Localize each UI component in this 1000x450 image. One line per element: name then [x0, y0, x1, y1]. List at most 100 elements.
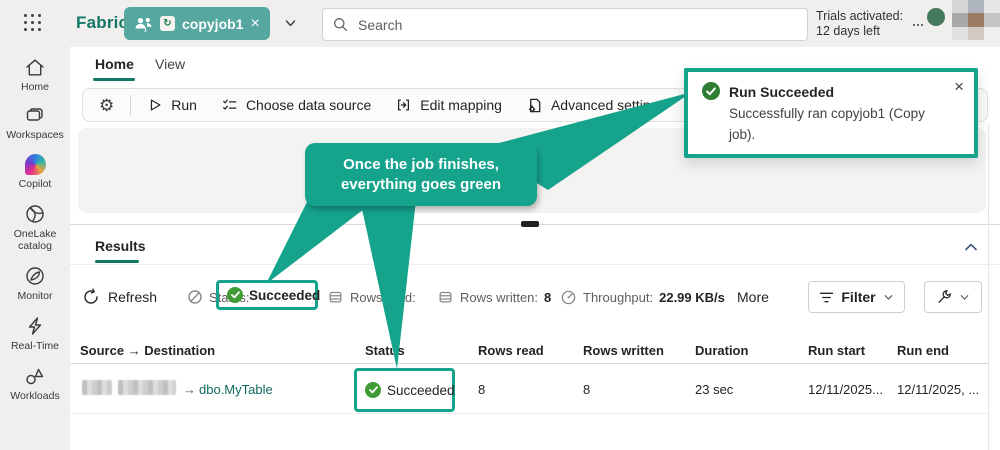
trials-status: Trials activated: 12 days left [816, 9, 904, 38]
rows-icon [329, 291, 342, 303]
status-succeeded-highlight: Succeeded [216, 280, 321, 310]
search-icon [334, 18, 348, 32]
mapping-brackets-icon [398, 99, 410, 111]
row-status-value: Succeeded [387, 382, 455, 398]
global-search[interactable] [322, 8, 808, 41]
col-rows-read: Rows read [478, 343, 544, 358]
col-run-start: Run start [808, 343, 866, 358]
search-input[interactable] [356, 15, 740, 34]
fabric-app-window: Fabric 1 ↻ copyjob1 × Trials activated: … [0, 0, 1000, 450]
wrench-icon [938, 290, 951, 303]
cell-run-end: 12/11/2025, ... [897, 382, 980, 397]
chevron-down-icon [884, 294, 892, 300]
cell-run-start: 12/11/2025... [808, 382, 883, 397]
gauge-icon [561, 290, 576, 304]
blurred-profile-image [952, 0, 1000, 40]
refresh-button[interactable]: Refresh [82, 281, 157, 313]
home-icon [26, 59, 44, 76]
collapse-chevron-up-icon[interactable] [963, 240, 979, 254]
copilot-icon [24, 154, 46, 175]
results-title: Results [95, 238, 146, 254]
sidebar-item-workloads[interactable]: Workloads [2, 365, 68, 402]
run-button[interactable]: Run [135, 89, 209, 121]
sidebar-item-copilot[interactable]: Copilot [2, 154, 68, 190]
left-nav: Home Workspaces Copilot OneLake catalog [0, 47, 70, 450]
sidebar-item-monitor[interactable]: Monitor [2, 265, 68, 302]
svg-text:1: 1 [144, 26, 148, 32]
gear-icon: ⚙ [99, 95, 115, 115]
workspaces-icon [26, 108, 43, 121]
results-active-underline [95, 260, 139, 263]
success-check-icon [365, 382, 381, 398]
toolbar-divider [130, 95, 132, 115]
close-tab-icon[interactable]: × [250, 15, 259, 32]
col-run-end: Run end [897, 343, 949, 358]
checklist-icon [223, 99, 237, 110]
edit-mapping-button[interactable]: Edit mapping [383, 89, 514, 121]
tab-home[interactable]: Home [95, 56, 134, 72]
tab-list-chevron-down-icon[interactable] [284, 17, 297, 30]
fabric-logo[interactable]: Fabric [76, 13, 128, 33]
col-source-destination: Source → Destination [80, 343, 216, 358]
throughput-value: 22.99 KB/s [659, 289, 725, 305]
settings-button[interactable]: ⚙ [87, 89, 126, 121]
sidebar-item-real-time[interactable]: Real-Time [2, 315, 68, 352]
scrollbar-track[interactable] [988, 125, 989, 450]
tab-view[interactable]: View [155, 56, 185, 72]
app-launcher-icon[interactable] [24, 14, 44, 34]
toast-message: Successfully ran copyjob1 (Copy job). [729, 106, 925, 142]
rows-icon [439, 291, 452, 303]
copyjob-item-icon: ↻ [160, 16, 175, 31]
workloads-icon [26, 368, 44, 385]
chevron-down-icon [960, 294, 969, 300]
panel-resize-handle[interactable] [521, 221, 539, 227]
col-status: Status [365, 343, 405, 358]
rows-written-value: 8 [544, 289, 552, 305]
more-button[interactable]: More [737, 281, 769, 313]
monitor-icon [26, 267, 44, 285]
success-check-icon [702, 82, 720, 100]
cell-duration: 23 sec [695, 382, 734, 397]
sidebar-item-onelake-catalog[interactable]: OneLake catalog [2, 203, 68, 252]
run-succeeded-toast: Run Succeeded Successfully ran copyjob1 … [684, 68, 978, 158]
onelake-catalog-icon [26, 205, 44, 223]
stat-throughput: Throughput: 22.99 KB/s [560, 281, 725, 313]
annotation-callout: Once the job finishes, everything goes g… [305, 143, 537, 206]
status-icon [188, 290, 202, 304]
toast-title: Run Succeeded [729, 84, 835, 100]
stat-rows-read: Rows read: [327, 281, 416, 313]
table-header-rule [70, 363, 988, 364]
account-avatar[interactable] [927, 8, 945, 26]
results-header-divider [70, 264, 1000, 265]
redacted-source-text [118, 380, 176, 395]
tools-button[interactable] [924, 281, 982, 313]
cell-rows-written: 8 [583, 382, 591, 397]
destination-link[interactable]: dbo.MyTable [199, 382, 273, 397]
advanced-settings-button[interactable]: Advanced settings [514, 89, 677, 121]
close-icon[interactable]: × [954, 78, 964, 95]
source-dest-arrow: → [183, 382, 196, 397]
cell-rows-read: 8 [478, 382, 486, 397]
row-succeeded-highlight: Succeeded [354, 368, 455, 412]
sidebar-item-workspaces[interactable]: Workspaces [2, 106, 68, 141]
active-tab-underline [93, 78, 135, 81]
col-rows-written: Rows written [583, 343, 664, 358]
col-duration: Duration [695, 343, 749, 358]
stat-rows-written: Rows written: 8 [437, 281, 551, 313]
status-value: Succeeded [249, 287, 321, 303]
filter-icon [820, 292, 834, 302]
choose-data-source-button[interactable]: Choose data source [209, 89, 383, 121]
document-gear-icon [528, 98, 541, 112]
success-check-icon [227, 287, 243, 303]
redacted-source-text [82, 380, 112, 395]
workspace-tab-copyjob1[interactable]: 1 ↻ copyjob1 × [124, 7, 270, 40]
play-icon [151, 99, 161, 111]
table-row-rule [70, 413, 988, 414]
avatar-status-dots [913, 24, 923, 26]
filter-button[interactable]: Filter [808, 281, 905, 313]
workspace-tab-label: copyjob1 [182, 15, 244, 32]
refresh-icon [84, 288, 98, 304]
sidebar-item-home[interactable]: Home [2, 57, 68, 93]
lightning-icon [28, 317, 42, 335]
people-icon: 1 [135, 17, 152, 32]
